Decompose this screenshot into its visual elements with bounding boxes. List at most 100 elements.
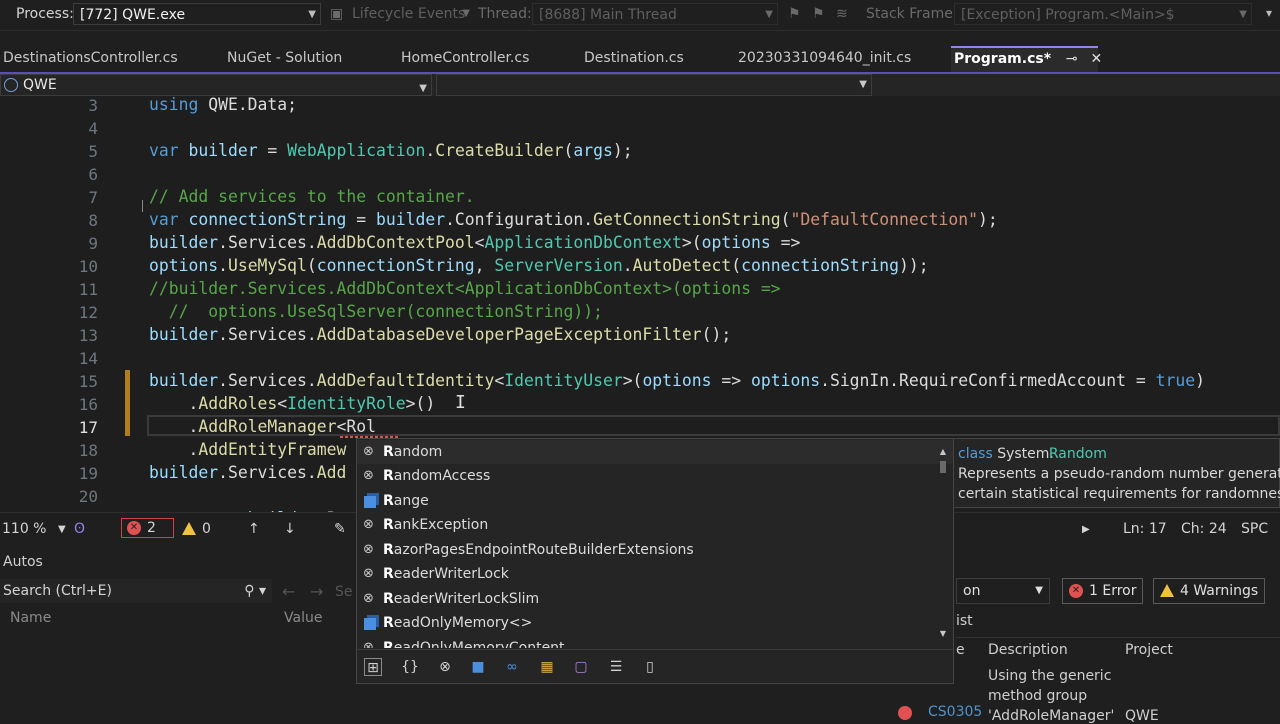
struct-icon [364,496,376,508]
snippet-filter-icon[interactable]: ▯ [641,658,659,676]
scroll-up-icon[interactable]: ▲ [937,447,949,456]
namespace-filter-icon[interactable]: {} [401,658,419,676]
completion-item[interactable]: ⊗ ReadOnlyMemoryContent [357,636,953,648]
search-icon[interactable]: ⚲ ▾ [244,579,266,603]
process-dropdown[interactable]: [772] QWE.exe ▼ [73,3,321,25]
error-description: Using the generic [988,668,1112,684]
tab-home-controller[interactable]: HomeController.cs [398,46,529,72]
line-number: 14 [78,349,98,368]
chevron-down-icon: ▼ [462,8,470,19]
column-header-project[interactable]: Project [1125,642,1173,658]
class-icon: ⊗ [363,468,374,483]
completion-item[interactable]: ⊗ RandomAccess [357,464,953,488]
search-depth-label: Se [335,584,353,600]
code-line: .AddEntityFramew [149,440,347,459]
line-number: 18 [78,441,98,460]
struct-icon [364,618,376,630]
class-filter-icon[interactable]: ⊗ [436,658,454,676]
delegate-filter-icon[interactable]: ▢ [572,658,590,676]
completion-item[interactable]: ⊗ RazorPagesEndpointRouteBuilderExtensio… [357,538,953,562]
completion-item[interactable]: ⊗ ReaderWriterLockSlim [357,587,953,611]
flag-icon[interactable]: ⚑ [788,6,801,22]
thread-dropdown[interactable]: [8688] Main Thread ▼ [532,3,778,25]
errors-filter-button[interactable]: ✕ 1 Error [1062,578,1144,604]
chevron-down-icon: ▼ [859,79,867,90]
line-number: 10 [78,257,98,276]
zoom-level[interactable]: 110 % [2,521,46,537]
tab-nuget-solution[interactable]: NuGet - Solution [224,46,342,72]
forward-arrow-icon[interactable]: → [310,582,323,601]
line-indicator[interactable]: Ln: 17 [1123,521,1167,537]
copilot-icon[interactable]: ʘ [74,521,85,537]
column-header-code[interactable]: e [956,642,965,658]
error-code-link[interactable]: CS0305 [898,704,982,720]
line-number: 15 [78,372,98,391]
code-line: builder.Services.AddDefaultIdentity<Iden… [149,371,1205,390]
interface-filter-icon[interactable]: ∞ [503,658,521,676]
completion-item[interactable]: ReadOnlyMemory<> [357,611,953,635]
struct-filter-icon[interactable]: ■ [469,658,487,676]
stack-frame-label: Stack Frame: [866,6,958,22]
tab-destinations-controller[interactable]: DestinationsController.cs [0,46,178,72]
completion-item[interactable]: ⊗ ReaderWriterLock [357,562,953,586]
completion-item[interactable]: ⊗ RankException [357,513,953,537]
error-count-button[interactable]: ✕ 2 [121,518,174,538]
completion-item[interactable]: Range [357,489,953,513]
line-number: 6 [88,165,98,184]
arrow-up-icon[interactable]: ↑ [248,521,260,537]
intellisense-completion-list[interactable]: ⊗ Random ⊗ RandomAccess Range ⊗ RankExce… [356,438,954,684]
enum-filter-icon[interactable]: ▦ [538,658,556,676]
error-description: 'AddRoleManager' [988,708,1115,724]
process-label: Process: [16,6,74,22]
line-number: 3 [88,96,98,115]
column-indicator[interactable]: Ch: 24 [1181,521,1227,537]
lifecycle-events-dropdown[interactable]: Lifecycle Events ▼ [346,3,474,25]
chevron-down-icon: ▼ [765,9,773,20]
lifecycle-icon[interactable]: ▣ [330,6,343,22]
expand-filter-icon[interactable]: ⊞ [364,658,382,676]
whitespace-mode[interactable]: SPC [1241,521,1268,537]
line-number: 9 [88,234,98,253]
tab-init-migration[interactable]: 20230331094640_init.cs [735,46,911,72]
flag-filter-icon[interactable]: ⚑ [812,6,825,22]
debug-toolbar: Process: [772] QWE.exe ▼ ▣ Lifecycle Eve… [0,0,1280,31]
quick-info-tooltip: class System.Random Represents a pseudo-… [954,438,1280,508]
column-header-description[interactable]: Description [988,642,1068,658]
arrow-down-icon[interactable]: ↓ [284,521,296,537]
column-header-name[interactable]: Name [10,610,51,626]
close-icon[interactable]: ✕ [1091,48,1103,70]
line-number-current: 17 [78,418,98,437]
error-scope-dropdown[interactable]: on ▼ [956,578,1050,604]
error-icon [898,706,912,720]
line-number: 5 [88,142,98,161]
completion-scrollbar[interactable]: ▲ ▼ [937,447,949,642]
scroll-thumb[interactable] [940,461,946,473]
error-icon: ✕ [1069,584,1083,598]
back-arrow-icon[interactable]: ← [282,582,295,601]
code-line: //builder.Services.AddDbContext<Applicat… [149,279,781,298]
stack-frame-dropdown[interactable]: [Exception] Program.<Main>$ ▼ [954,3,1252,25]
type-dropdown[interactable]: ▼ [436,74,872,96]
code-line: using QWE.Data; [149,96,298,114]
code-line: options.UseMySql(connectionString, Serve… [149,256,929,275]
scroll-down-icon[interactable]: ▼ [937,629,949,638]
toolbar-overflow-icon[interactable]: ▾ [1266,6,1272,20]
completion-item[interactable]: ⊗ Random [357,440,953,464]
thread-icon[interactable]: ≋ [836,6,848,22]
tab-program[interactable]: Program.cs* ⊸ ✕ [951,46,1102,72]
process-value: [772] QWE.exe [80,7,186,23]
pin-icon[interactable]: ⊸ [1066,48,1078,70]
column-header-value[interactable]: Value [284,610,322,626]
document-tabs: DestinationsController.cs NuGet - Soluti… [0,46,1280,72]
line-number: 13 [78,326,98,345]
brush-icon[interactable]: ✎ [334,521,346,537]
code-line: // Add services to the container. [149,187,475,206]
warnings-filter-button[interactable]: 4 Warnings [1153,578,1266,604]
module-filter-icon[interactable]: ☰ [607,658,625,676]
autos-search-input[interactable]: Search (Ctrl+E) ⚲ ▾ [0,579,272,603]
project-dropdown[interactable]: QWE ▼ [0,74,432,96]
scroll-right-icon[interactable]: ▶ [1082,524,1090,535]
tab-destination[interactable]: Destination.cs [581,46,684,72]
warning-count-button[interactable] [182,521,196,537]
chevron-down-icon[interactable]: ▼ [58,524,66,535]
